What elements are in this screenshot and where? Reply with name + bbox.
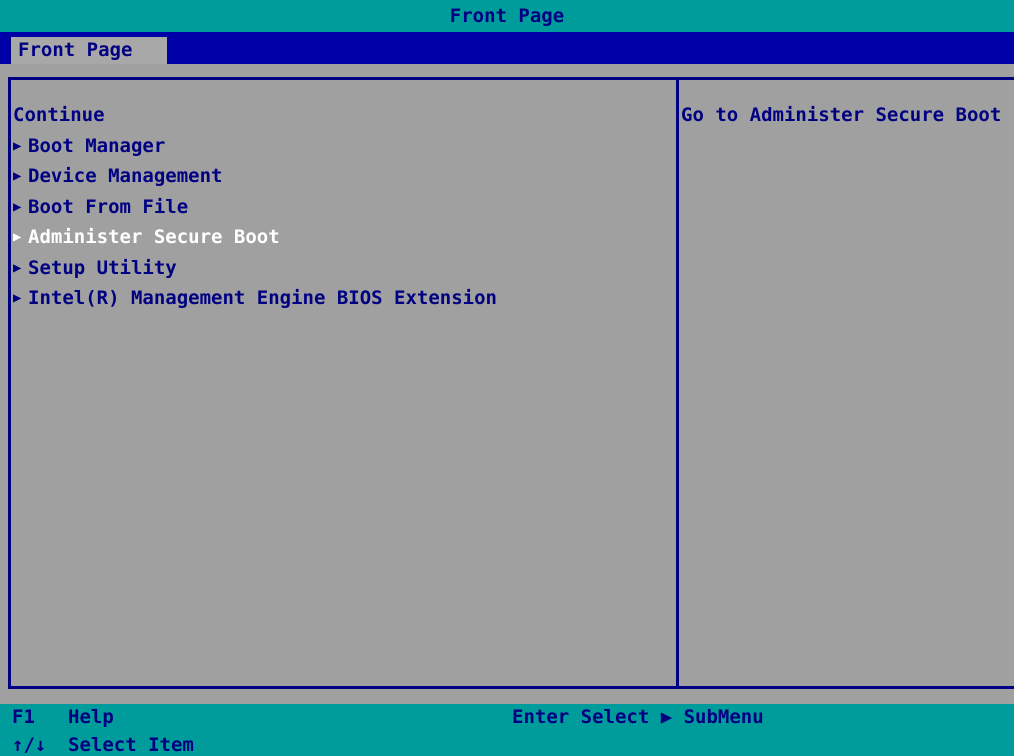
help-panel: Go to Administer Secure Boot — [679, 80, 1014, 686]
f1-key: F1 — [12, 706, 35, 728]
enter-submenu-hint: Enter Select ▶ SubMenu — [512, 706, 764, 728]
menu-item-label: Administer Secure Boot — [28, 226, 280, 248]
menu-item-label: Boot Manager — [28, 134, 166, 157]
window-title: Front Page — [0, 0, 1014, 32]
tabbar-spacer — [0, 64, 1014, 77]
submenu-arrow-icon: ▶ — [13, 137, 22, 154]
menu-item-label: Boot From File — [28, 195, 189, 218]
help-text: Go to Administer Secure Boot — [681, 104, 1002, 126]
menu-item-label: Continue — [13, 104, 105, 126]
submenu-arrow-icon: ▶ — [13, 229, 22, 245]
menu-item-setup-utility[interactable]: ▶ Setup Utility — [13, 253, 497, 284]
main-panel: Continue ▶ Boot Manager ▶ Device Managemen… — [8, 77, 1014, 689]
menu-item-label: Setup Utility — [28, 256, 177, 279]
menu-item-continue[interactable]: Continue — [13, 100, 497, 131]
select-item-hint: ↑/↓ Select Item — [12, 734, 492, 756]
submenu-arrow-icon: ▶ — [13, 168, 22, 184]
tab-front-page[interactable]: Front Page — [9, 37, 167, 64]
menu-item-boot-from-file[interactable]: ▶ Boot From File — [13, 192, 497, 223]
menu-item-label: Intel(R) Management Engine BIOS Extensio… — [28, 287, 497, 309]
bottom-spacer — [0, 689, 1014, 704]
menu-item-administer-secure-boot[interactable]: ▶ Administer Secure Boot — [13, 222, 497, 253]
menu-item-intel-mebx[interactable]: ▶ Intel(R) Management Engine BIOS Extensi… — [13, 283, 497, 314]
key-help-bar: F1 Help ↑/↓ Select Item Enter Select ▶ S… — [0, 704, 1014, 756]
arrows-key: ↑/↓ — [12, 734, 47, 756]
submenu-arrow-icon: ▶ — [13, 259, 22, 276]
menu-item-label: Device Management — [28, 165, 223, 187]
menu-item-boot-manager[interactable]: ▶ Boot Manager — [13, 131, 497, 162]
f1-label: Help — [68, 706, 114, 728]
arrows-label: Select Item — [68, 734, 194, 756]
help-hint: F1 Help — [12, 706, 492, 732]
tab-bar: Front Page — [0, 32, 1014, 64]
menu-panel: Continue ▶ Boot Manager ▶ Device Managemen… — [11, 80, 676, 686]
submenu-arrow-icon: ▶ — [13, 290, 22, 306]
submenu-arrow-icon: ▶ — [13, 198, 22, 215]
menu-list: Continue ▶ Boot Manager ▶ Device Managemen… — [13, 100, 497, 314]
menu-item-device-management[interactable]: ▶ Device Management — [13, 161, 497, 192]
tab-label: Front Page — [18, 39, 133, 61]
